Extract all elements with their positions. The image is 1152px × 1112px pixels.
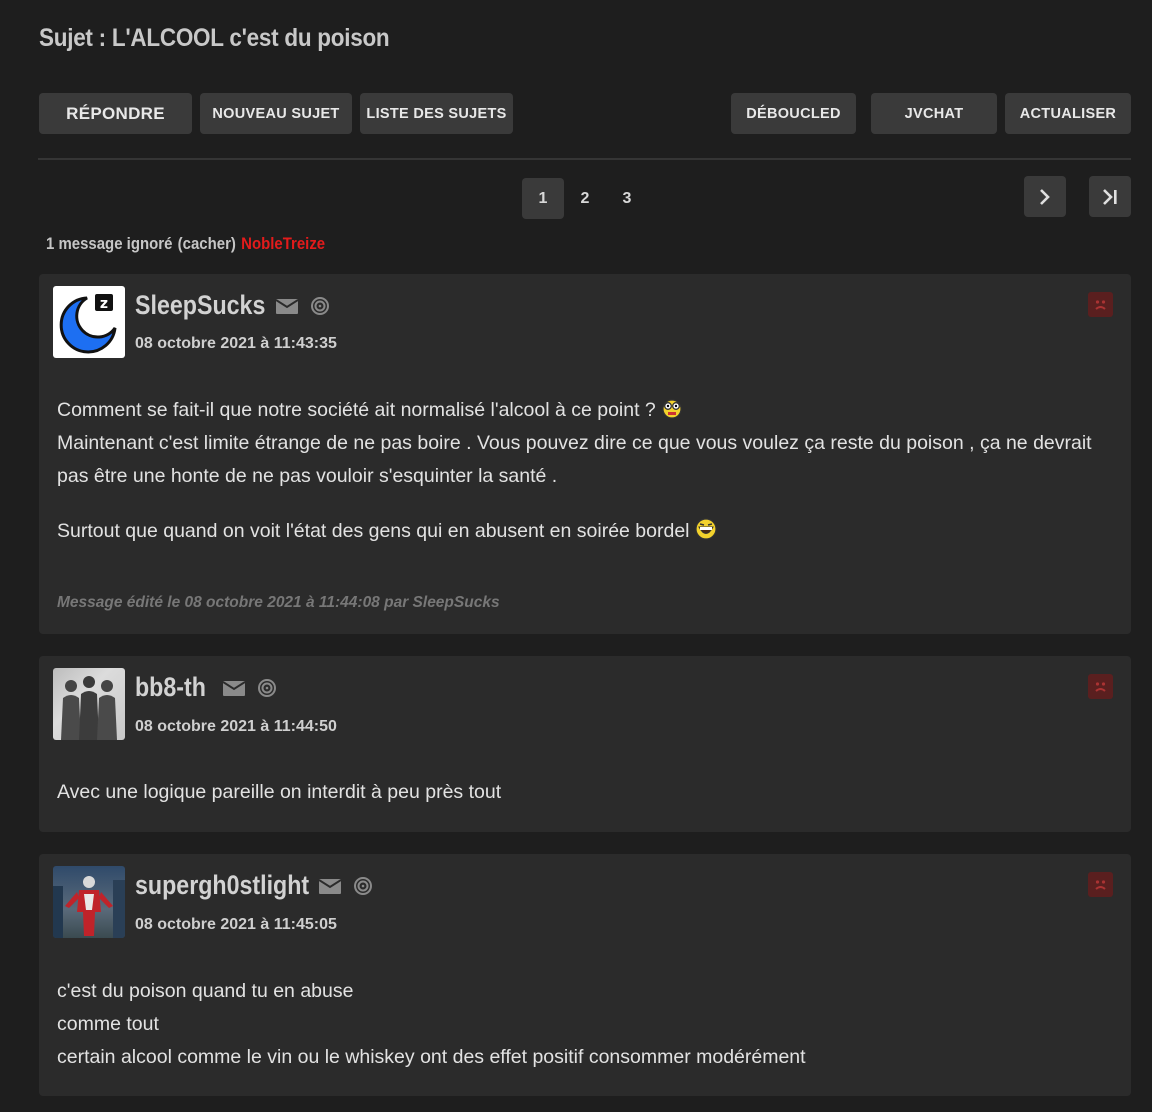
nerd-smiley-icon: [662, 399, 682, 419]
post-content: c'est du poison quand tu en abuse comme …: [57, 975, 1117, 1074]
avatar[interactable]: [53, 866, 125, 938]
avatar[interactable]: z: [53, 286, 125, 358]
last-page-button[interactable]: [1089, 176, 1131, 217]
svg-text:z: z: [100, 296, 108, 312]
page-title: Sujet : L'ALCOOL c'est du poison: [39, 24, 390, 52]
post-date[interactable]: 08 octobre 2021 à 11:45:05: [135, 916, 337, 934]
post: z SleepSucks 08 octobre 2021 à 11:43:35 …: [39, 274, 1131, 634]
report-button[interactable]: [1088, 872, 1113, 897]
laughing-smiley-icon: [694, 518, 717, 540]
spiral-icon[interactable]: [310, 296, 330, 316]
sad-face-icon: [1095, 300, 1106, 310]
edit-notice-text: Message édité le 08 octobre 2021 à 11:44…: [57, 594, 409, 611]
next-page-button[interactable]: [1024, 176, 1066, 217]
report-button[interactable]: [1088, 674, 1113, 699]
jvchat-button[interactable]: JVCHAT: [871, 93, 997, 134]
ignored-messages: 1 message ignoré (cacher) NobleTreize: [46, 234, 325, 254]
page-2-button[interactable]: 2: [564, 178, 606, 219]
ignored-count: 1 message ignoré: [46, 234, 173, 253]
reply-button[interactable]: RÉPONDRE: [39, 93, 192, 134]
ignored-user-link[interactable]: NobleTreize: [241, 234, 325, 253]
hide-ignored-link[interactable]: (cacher): [178, 234, 236, 253]
edit-notice: Message édité le 08 octobre 2021 à 11:44…: [57, 594, 500, 612]
edit-author[interactable]: SleepSucks: [413, 594, 500, 611]
topic-list-button[interactable]: LISTE DES SUJETS: [360, 93, 513, 134]
author-pseudo[interactable]: SleepSucks: [135, 290, 265, 321]
divider: [38, 158, 1131, 160]
chevron-right-icon: [1040, 188, 1050, 205]
sad-face-icon: [1095, 682, 1106, 692]
post-line: certain alcool comme le vin ou le whiske…: [57, 1046, 806, 1068]
page-3-button[interactable]: 3: [606, 178, 648, 219]
avatar[interactable]: [53, 668, 125, 740]
sad-face-icon: [1095, 880, 1106, 890]
new-topic-button[interactable]: NOUVEAU SUJET: [200, 93, 352, 134]
author-pseudo[interactable]: bb8-th: [135, 672, 206, 703]
post-content: Comment se fait-il que notre société ait…: [57, 394, 1117, 548]
refresh-button[interactable]: ACTUALISER: [1005, 93, 1131, 134]
post-line: Comment se fait-il que notre société ait…: [57, 399, 656, 421]
mail-icon[interactable]: [223, 680, 245, 696]
report-button[interactable]: [1088, 292, 1113, 317]
post-content: Avec une logique pareille on interdit à …: [57, 776, 1117, 809]
post-date[interactable]: 08 octobre 2021 à 11:44:50: [135, 718, 337, 736]
spiral-icon[interactable]: [257, 678, 277, 698]
post: supergh0stlight 08 octobre 2021 à 11:45:…: [39, 854, 1131, 1096]
post-line: comme tout: [57, 1013, 159, 1035]
post-line: Avec une logique pareille on interdit à …: [57, 781, 502, 803]
spiral-icon[interactable]: [353, 876, 373, 896]
author-pseudo[interactable]: supergh0stlight: [135, 870, 309, 901]
post: bb8-th 08 octobre 2021 à 11:44:50 Avec u…: [39, 656, 1131, 832]
mail-icon[interactable]: [276, 298, 298, 314]
page-1-button[interactable]: 1: [522, 178, 564, 219]
deboucled-button[interactable]: DÉBOUCLED: [731, 93, 856, 134]
mail-icon[interactable]: [319, 878, 341, 894]
post-line: c'est du poison quand tu en abuse: [57, 980, 354, 1002]
post-line: Maintenant c'est limite étrange de ne pa…: [57, 432, 1092, 487]
post-line: Surtout que quand on voit l'état des gen…: [57, 520, 690, 542]
last-page-icon: [1103, 188, 1117, 205]
post-date[interactable]: 08 octobre 2021 à 11:43:35: [135, 335, 337, 353]
